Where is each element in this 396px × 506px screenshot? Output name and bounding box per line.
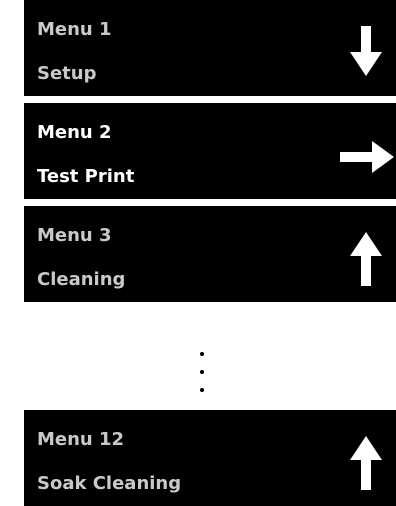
menu-name: Setup [37, 63, 97, 84]
menu-name: Cleaning [37, 269, 126, 290]
menu-number: Menu 2 [37, 122, 112, 143]
arrow-down-icon[interactable] [336, 0, 396, 96]
menu-name: Soak Cleaning [37, 473, 182, 494]
ellipsis-dot [200, 370, 204, 374]
menu-number: Menu 1 [37, 19, 112, 40]
menu-number: Menu 12 [37, 429, 125, 450]
arrow-right-icon[interactable] [336, 103, 396, 199]
menu-panel-12[interactable]: Menu 12 Soak Cleaning [24, 410, 396, 506]
menu-number: Menu 3 [37, 225, 112, 246]
ellipsis-vertical [200, 352, 206, 398]
ellipsis-dot [200, 352, 204, 356]
menu-panel-1[interactable]: Menu 1 Setup [24, 0, 396, 96]
menu-panel-2[interactable]: Menu 2 Test Print [24, 103, 396, 199]
arrow-up-icon[interactable] [336, 206, 396, 302]
arrow-up-icon[interactable] [336, 410, 396, 506]
menu-panel-3[interactable]: Menu 3 Cleaning [24, 206, 396, 302]
ellipsis-dot [200, 388, 204, 392]
menu-name: Test Print [37, 166, 135, 187]
